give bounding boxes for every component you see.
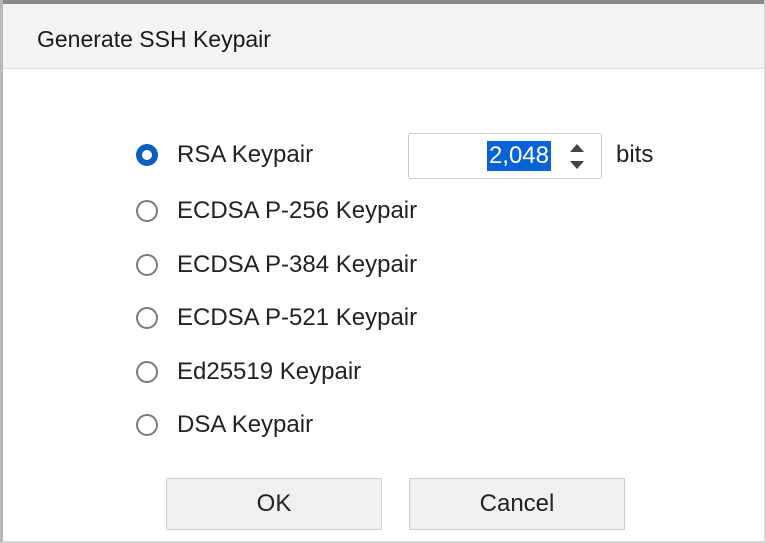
radio-button-selected[interactable]: [136, 144, 158, 166]
radio-ecdsa-p521-keypair[interactable]: ECDSA P-521 Keypair: [136, 302, 417, 334]
spin-arrows: [567, 138, 587, 174]
dialog-titlebar: Generate SSH Keypair: [3, 4, 764, 69]
rsa-bits-value[interactable]: 2,048: [486, 141, 551, 171]
radio-ecdsa-p256-keypair[interactable]: ECDSA P-256 Keypair: [136, 195, 417, 227]
dialog-title: Generate SSH Keypair: [37, 26, 271, 52]
radio-button[interactable]: [136, 200, 158, 222]
radio-label: ECDSA P-256 Keypair: [177, 197, 418, 224]
radio-button[interactable]: [136, 254, 158, 276]
radio-label: DSA Keypair: [177, 411, 314, 438]
radio-label: RSA Keypair: [177, 141, 314, 168]
cancel-button[interactable]: Cancel: [409, 478, 625, 530]
radio-ecdsa-p384-keypair[interactable]: ECDSA P-384 Keypair: [136, 249, 417, 281]
radio-label: Ed25519 Keypair: [177, 358, 362, 385]
radio-label: ECDSA P-384 Keypair: [177, 251, 418, 278]
radio-button[interactable]: [136, 414, 158, 436]
radio-label: ECDSA P-521 Keypair: [177, 304, 418, 331]
chevron-up-icon[interactable]: [570, 144, 584, 152]
radio-button[interactable]: [136, 361, 158, 383]
ok-button[interactable]: OK: [166, 478, 382, 530]
radio-ed25519-keypair[interactable]: Ed25519 Keypair: [136, 356, 361, 388]
radio-button[interactable]: [136, 307, 158, 329]
rsa-bits-spinbox[interactable]: 2,048: [408, 133, 602, 179]
ssh-keypair-dialog: Generate SSH Keypair RSA Keypair ECDSA P…: [0, 0, 766, 543]
bits-unit-label: bits: [616, 141, 654, 168]
radio-rsa-keypair[interactable]: RSA Keypair: [136, 139, 313, 171]
radio-dsa-keypair[interactable]: DSA Keypair: [136, 409, 313, 441]
chevron-down-icon[interactable]: [570, 161, 584, 169]
